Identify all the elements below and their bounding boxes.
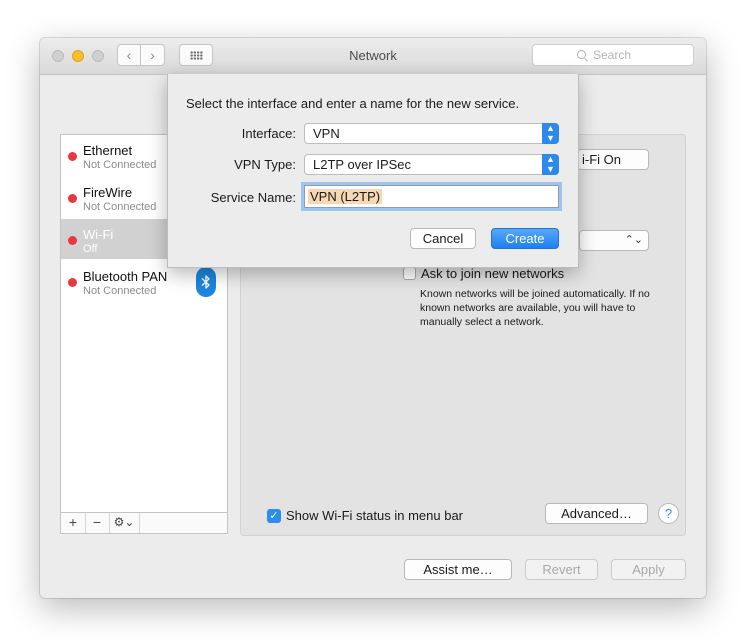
create-button[interactable]: Create [491,228,559,249]
status-dot-icon [68,278,77,287]
vpn-type-label: VPN Type: [234,157,296,172]
magnifier-icon [577,50,586,59]
status-dot-icon [68,236,77,245]
search-placeholder: Search [593,48,632,62]
gear-menu-button[interactable]: ⚙⌄ [109,513,140,533]
status-dot-icon [68,152,77,161]
remove-service-button[interactable]: − [85,513,110,533]
revert-button[interactable]: Revert [525,559,598,580]
ask-to-join-description: Known networks will be joined automatica… [420,288,650,328]
chevron-updown-icon: ⌃⌄ [624,234,643,246]
interface-label: Interface: [241,126,296,141]
bluetooth-icon [196,267,216,297]
service-name: Ethernet [83,143,133,158]
apply-button[interactable]: Apply [611,559,686,580]
search-field[interactable]: Search [532,44,694,66]
service-status: Not Connected [83,285,157,297]
interface-popup[interactable]: VPN ▲ ▼ [304,123,559,144]
service-status: Not Connected [83,159,157,171]
vpn-type-value: L2TP over IPSec [313,157,412,172]
service-name: FireWire [83,185,133,200]
service-status: Not Connected [83,201,157,213]
status-dot-icon [68,194,77,203]
service-name-input[interactable]: VPN (L2TP) [304,185,559,208]
ask-to-join-label: Ask to join new networks [421,266,565,281]
advanced-button[interactable]: Advanced… [545,503,648,524]
network-name-popup[interactable]: ⌃⌄ [579,230,649,251]
vpn-type-popup[interactable]: L2TP over IPSec ▲ ▼ [304,154,559,175]
help-button[interactable]: ? [658,503,679,524]
popup-arrows-icon: ▲ ▼ [542,123,559,144]
show-wifi-status-checkbox[interactable]: ✓ [267,509,281,523]
add-service-button[interactable]: + [61,513,86,533]
new-service-sheet: Select the interface and enter a name fo… [167,74,579,268]
service-status: Off [83,243,98,255]
title-bar: ‹ › Network Search [40,38,706,75]
popup-arrows-icon: ▲ ▼ [542,154,559,175]
ask-to-join-checkbox[interactable] [403,267,416,280]
turn-wifi-on-button[interactable]: i-Fi On [577,149,649,170]
sheet-instructions: Select the interface and enter a name fo… [186,96,520,111]
service-name: Bluetooth PAN [83,269,168,284]
service-name-label: Service Name: [210,190,296,205]
assist-me-button[interactable]: Assist me… [404,559,512,580]
show-wifi-status-label: Show Wi-Fi status in menu bar [286,508,464,523]
service-name: Wi-Fi [83,227,114,242]
service-name-value: VPN (L2TP) [308,189,383,204]
cancel-button[interactable]: Cancel [410,228,476,249]
service-list-toolbar: + − ⚙⌄ [61,512,227,533]
checkmark-icon: ✓ [269,510,279,522]
interface-value: VPN [313,126,340,141]
